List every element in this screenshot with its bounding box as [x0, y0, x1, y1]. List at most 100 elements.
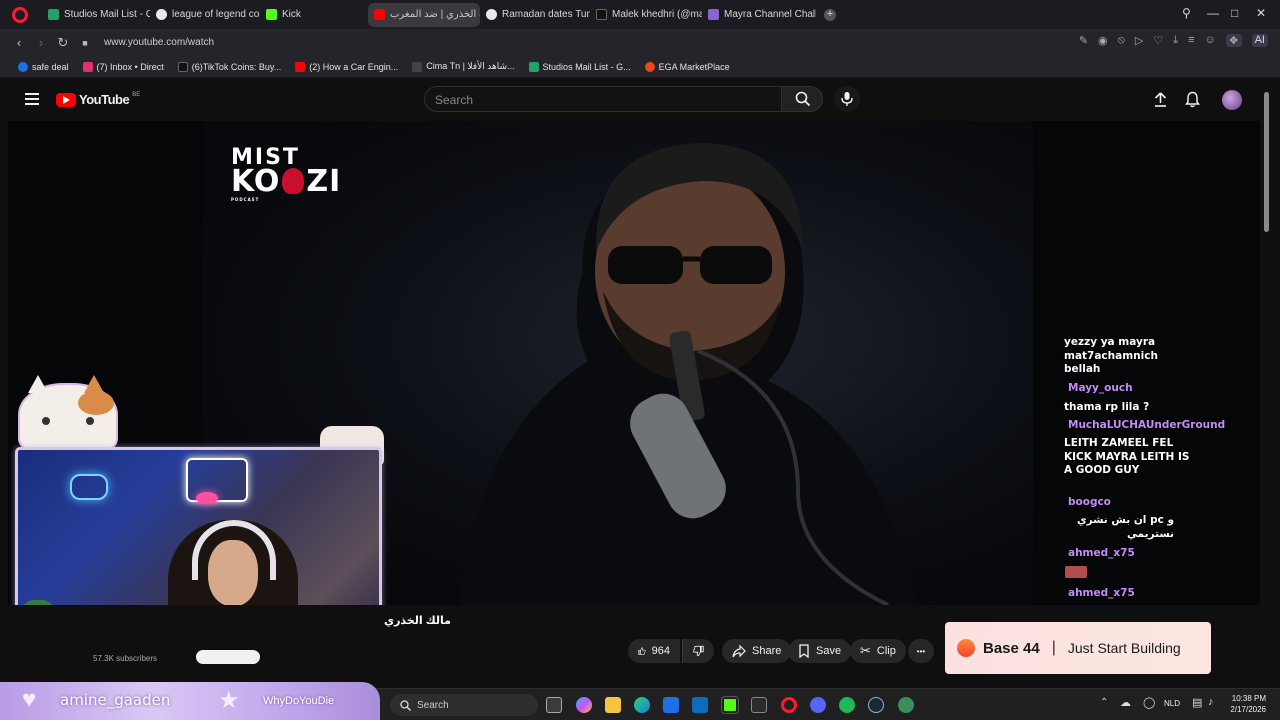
bookmark-label: (7) Inbox • Direct [96, 61, 164, 72]
kick-app-icon[interactable] [721, 696, 739, 714]
edit-icon[interactable]: ✎ [1079, 34, 1088, 47]
browser-tab[interactable]: Kick [260, 3, 368, 27]
bookmark-item[interactable]: EGA MarketPlace [644, 61, 730, 72]
thumbs-up-icon [638, 647, 646, 655]
adblock-icon[interactable]: ⦸ [1118, 34, 1125, 47]
browser-tab[interactable]: Ramadan dates Tunisia [480, 3, 590, 27]
bookmark-item[interactable]: safe deal [18, 61, 69, 72]
scrollbar-thumb[interactable] [1264, 92, 1269, 232]
stream-follower-banner: ♥ amine_gaaden ★ WhyDoYouDie [0, 682, 380, 720]
thumbs-down-icon [693, 645, 704, 657]
voice-search-button[interactable] [834, 86, 860, 112]
maximize-icon[interactable]: □ [1231, 6, 1238, 20]
hamburger-menu-icon[interactable] [25, 93, 39, 105]
profile-icon[interactable]: ☺ [1204, 34, 1215, 47]
sponsored-ad-banner[interactable]: Base 44 | Just Start Building [945, 622, 1211, 674]
address-bar: ‹ › ↻ ■ www.youtube.com/watch ✎ ◉ ⦸ ▷ ♡ … [0, 29, 1280, 56]
save-button[interactable]: Save [788, 639, 852, 663]
store-icon[interactable] [663, 697, 679, 713]
browser-tab[interactable]: Malek khedhri (@malek_k [590, 3, 702, 27]
search-button[interactable] [781, 86, 823, 112]
speaker-figure [458, 143, 918, 605]
file-explorer-icon[interactable] [605, 697, 621, 713]
clock-date: 2/17/2026 [1230, 705, 1266, 714]
avatar[interactable] [1222, 90, 1242, 110]
task-view-icon[interactable] [546, 697, 562, 713]
bookmark-item[interactable]: (2) How a Car Engin... [295, 61, 398, 72]
chat-username: ahmed_x75 [1068, 547, 1135, 559]
taskbar-search[interactable]: Search [390, 694, 538, 716]
heart-icon[interactable]: ♡ [1153, 34, 1163, 47]
url-field[interactable]: www.youtube.com/watch [104, 37, 214, 48]
tray-network-icon[interactable]: ▤ [1192, 696, 1202, 709]
tray-mic-icon[interactable]: ◯ [1143, 696, 1155, 709]
tiktok-icon [596, 9, 607, 20]
opera-logo-icon[interactable] [12, 6, 28, 23]
dislike-button[interactable] [682, 639, 714, 663]
bookmark-item[interactable]: (6)TikTok Coins: Buy... [177, 61, 281, 72]
menu-icon[interactable]: ≡ [1188, 34, 1194, 47]
outlook-icon[interactable] [692, 697, 708, 713]
discord-icon[interactable] [810, 697, 826, 713]
share-icon [732, 644, 746, 658]
clock-time: 10:38 PM [1231, 694, 1266, 703]
edge-icon[interactable] [634, 697, 650, 713]
terminal-icon[interactable] [751, 697, 767, 713]
tray-volume-icon[interactable]: ♪ [1208, 696, 1214, 708]
clip-button[interactable]: ✂ Clip [850, 639, 906, 663]
taskbar-search-label: Search [417, 699, 449, 711]
kick-icon [266, 9, 277, 20]
google-icon [156, 9, 167, 20]
region-code: BE [132, 91, 141, 98]
new-tab-button[interactable]: + [824, 8, 836, 21]
address-bar-actions: ✎ ◉ ⦸ ▷ ♡ ⤓ ≡ ☺ ❖ AI [1079, 34, 1268, 47]
tab-label: league of legend competi [172, 9, 260, 20]
search-input[interactable]: Search [424, 86, 782, 112]
like-button[interactable]: 964 [628, 639, 680, 663]
youtube-logo[interactable]: YouTube BE [56, 92, 140, 107]
bookmark-item[interactable]: Cima Tn | شاهد الأفلا... [412, 61, 515, 72]
sheets-icon [528, 61, 539, 72]
notifications-bell-icon[interactable] [1185, 91, 1200, 108]
podcast-logo-line3: ZI [306, 163, 342, 199]
minimize-icon[interactable]: — [1207, 6, 1219, 20]
language-indicator[interactable]: NLD [1164, 699, 1180, 708]
search-tabs-icon[interactable]: ⚲ [1182, 6, 1191, 20]
download-icon[interactable]: ⤓ [1173, 34, 1178, 47]
tiktok-icon [177, 61, 188, 72]
tray-chevron-icon[interactable]: ⌃ [1100, 697, 1108, 708]
forward-icon[interactable]: › [30, 35, 52, 50]
browser-tab[interactable]: Studios Mail List - Google [42, 3, 150, 27]
share-button[interactable]: Share [722, 639, 792, 663]
copilot-icon[interactable] [576, 697, 592, 713]
camera-icon[interactable]: ◉ [1098, 34, 1108, 47]
back-icon[interactable]: ‹ [8, 35, 30, 50]
steam-icon[interactable] [868, 697, 884, 713]
save-label: Save [816, 645, 842, 657]
app-icon[interactable] [898, 697, 914, 713]
ai-button[interactable]: AI [1251, 34, 1268, 47]
subscribe-button[interactable] [196, 650, 260, 664]
browser-tab[interactable]: league of legend competi [150, 3, 260, 27]
clock[interactable]: 10:38 PM 2/17/2026 [1222, 693, 1266, 715]
reload-icon[interactable]: ↻ [52, 35, 74, 51]
bookmark-item[interactable]: Studios Mail List - G... [528, 61, 631, 72]
tray-app-icon[interactable]: ☁ [1120, 696, 1131, 709]
chat-message: yezzy ya mayra mat7achamnich bellah [1064, 336, 1158, 375]
subscriber-name: WhyDoYouDie [263, 695, 335, 707]
extension-icon[interactable]: ❖ [1225, 34, 1242, 47]
youtube-icon [295, 61, 306, 72]
upload-icon[interactable] [1153, 92, 1168, 107]
browser-tab-active[interactable]: مالك الخذري | ضد المغرب... [368, 2, 480, 27]
play-icon[interactable]: ▷ [1135, 34, 1143, 47]
spotify-icon[interactable] [839, 697, 855, 713]
tab-label: Studios Mail List - Google [64, 9, 150, 20]
browser-tab[interactable]: Mayra Channel Challenge [702, 3, 816, 27]
opera-taskbar-icon[interactable] [781, 697, 797, 713]
more-actions-button[interactable]: ••• [908, 639, 934, 663]
twitch-icon [708, 9, 719, 20]
close-icon[interactable]: ✕ [1256, 6, 1266, 20]
neon-gamepad-icon [70, 474, 108, 500]
lock-icon: ■ [82, 37, 88, 48]
bookmark-item[interactable]: (7) Inbox • Direct [82, 61, 164, 72]
